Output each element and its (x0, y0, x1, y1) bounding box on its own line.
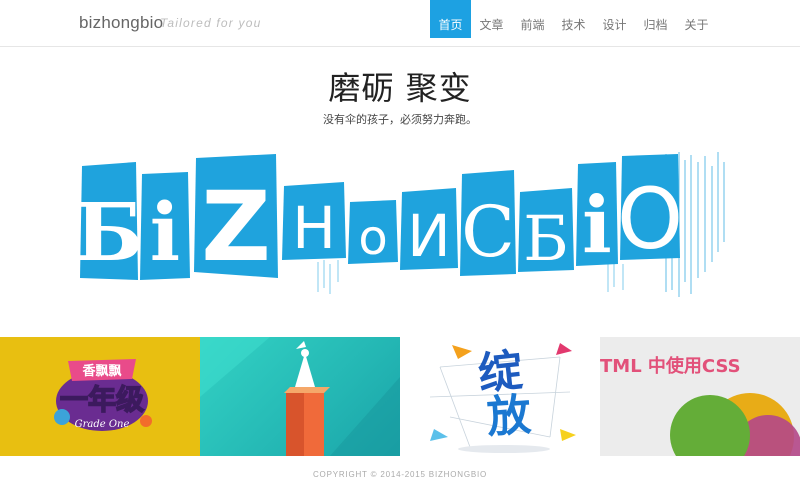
monument-valley-artwork (200, 337, 400, 456)
nav-frontend[interactable]: 前端 (512, 0, 553, 38)
site-footer: COPYRIGHT © 2014-2015 BIZHONGBIO (312, 470, 488, 479)
grade-one-artwork: 香飘飘 一年级 Grade One (54, 359, 152, 431)
logo-tile-8: Б (518, 188, 574, 275)
site-tagline: Tailored for you (160, 16, 262, 30)
nav-tech[interactable]: 技术 (553, 0, 594, 38)
logo-tile-10: O (617, 154, 683, 268)
site-brand[interactable]: bizhongbio (79, 13, 163, 33)
html-css-artwork: TML 中使用CSS (600, 355, 800, 456)
logo-letter-3: Z (201, 171, 271, 283)
hero-title: 磨砺 聚变 (328, 69, 472, 107)
tile-title-text: 一年级 (60, 383, 144, 416)
bloom-char-2: 放 (485, 390, 532, 444)
logo-letter-4: H (292, 194, 336, 262)
tile-badge-text: 香飘飘 (81, 363, 121, 379)
site-header: bizhongbio Tailored for you 首页 文章 前端 技术 … (0, 0, 800, 47)
bizhongbio-logo-graphic: Б i Z H o И C Б i O (75, 152, 725, 297)
nav-about[interactable]: 关于 (676, 0, 717, 38)
logo-letter-5: o (358, 210, 387, 266)
logo-letter-6: И (407, 202, 450, 270)
logo-tile-3: Z (194, 154, 278, 283)
nav-home[interactable]: 首页 (430, 0, 471, 38)
logo-tile-4: H (282, 182, 346, 262)
logo-tile-5: o (348, 200, 398, 266)
nav-archive[interactable]: 归档 (635, 0, 676, 38)
logo-letter-1: Б (78, 185, 143, 279)
nav-design[interactable]: 设计 (594, 0, 635, 38)
logo-letter-7: C (461, 191, 515, 273)
logo-tile-1: Б (75, 162, 143, 280)
hero-logo: Б i Z H o И C Б i O (75, 152, 728, 302)
logo-letter-9: i (582, 180, 612, 271)
tile-sub-text: Grade One (75, 419, 130, 430)
hero-subtitle: 没有伞的孩子，必须努力奔跑。 (323, 113, 477, 126)
bloom-artwork: 绽 放 (429, 343, 576, 453)
html-css-title: TML 中使用CSS (600, 355, 741, 377)
logo-letter-8: Б (523, 202, 569, 275)
main-nav: 首页 文章 前端 技术 设计 归档 关于 (430, 0, 717, 38)
nav-articles[interactable]: 文章 (471, 0, 512, 38)
logo-tile-7: C (460, 170, 516, 276)
featured-tiles: 香飘飘 一年级 Grade One 绽 放 TML 中使用CSS (0, 337, 800, 456)
tile-grade-one[interactable]: 香飘飘 一年级 Grade One (0, 337, 200, 456)
logo-tile-6: И (400, 188, 458, 270)
logo-tile-9: i (576, 162, 618, 271)
logo-letter-10: O (617, 170, 683, 268)
logo-tile-2: i (140, 172, 190, 280)
logo-letter-2: i (150, 185, 180, 279)
tile-html-css[interactable]: TML 中使用CSS (600, 337, 800, 456)
tile-monument-valley[interactable] (200, 337, 400, 456)
tile-bloom[interactable]: 绽 放 (400, 337, 600, 456)
